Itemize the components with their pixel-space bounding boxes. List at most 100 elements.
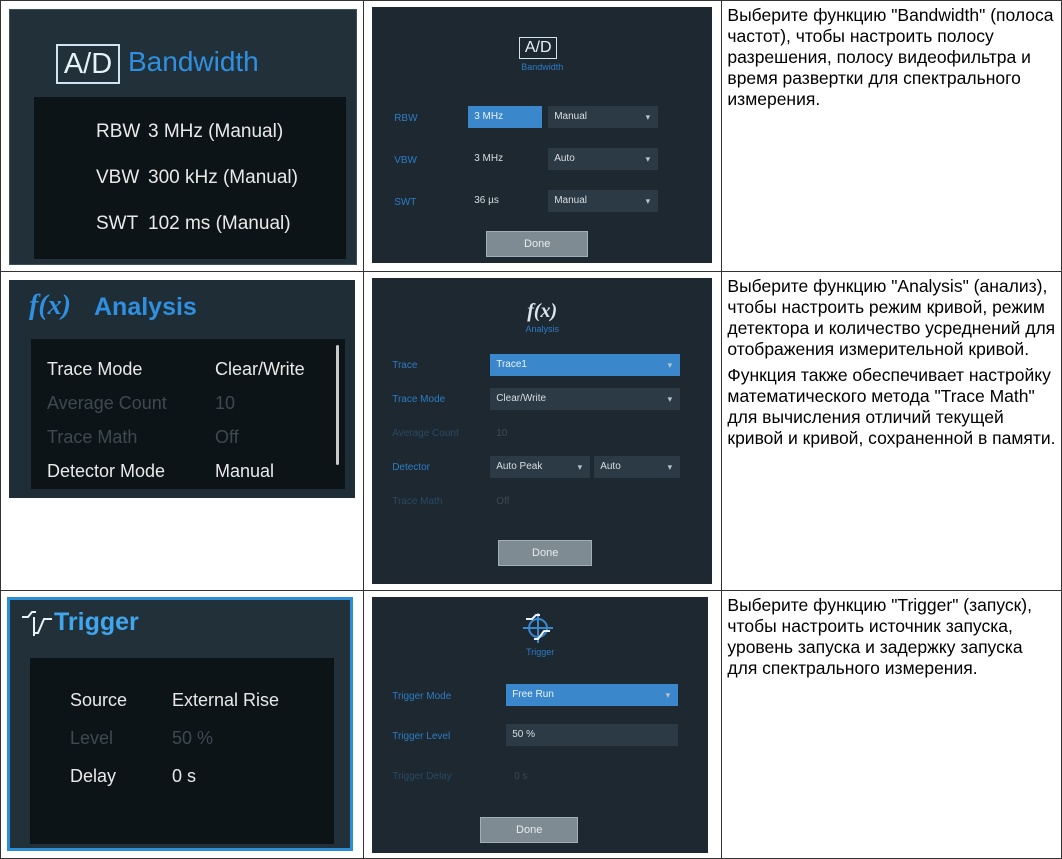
setting-value: 300 kHz (Manual): [148, 167, 298, 188]
bandwidth-dialog: A/D Bandwidth RBW 3 MHz Manual ▾ VBW 3 MH…: [372, 7, 713, 263]
setting-value: External Rise: [172, 690, 280, 710]
select-value: Auto: [554, 153, 575, 164]
panel-title: Bandwidth: [128, 46, 259, 77]
table-row: f(x) Analysis Trace Mode Clear/Write Ave…: [0, 271, 1062, 591]
description-paragraph: Функция также обеспечивает настройку мат…: [727, 365, 1056, 448]
trace-select[interactable]: Trace1 ▾: [490, 354, 681, 376]
description: Выберите функцию "Trigger" (запуск), что…: [722, 591, 1061, 679]
vbw-mode-select[interactable]: Auto ▾: [548, 148, 659, 170]
done-button[interactable]: Done: [480, 817, 579, 843]
description-cell: Выберите функцию "Trigger" (запуск), что…: [721, 590, 1062, 859]
chevron-down-icon: ▾: [667, 462, 673, 472]
function-icon: f(x): [29, 290, 71, 321]
description-paragraph: Выберите функцию "Analysis" (анализ), чт…: [727, 276, 1056, 359]
dialog-cell: A/D Bandwidth RBW 3 MHz Manual ▾ VBW 3 MH…: [363, 0, 723, 272]
trigger-dialog: Trigger Trigger Mode Free Run ▾ Trigger L…: [372, 597, 709, 853]
rbw-input[interactable]: 3 MHz: [468, 106, 543, 128]
detector-mode-select[interactable]: Auto ▾: [594, 456, 681, 478]
field-label: VBW: [394, 155, 417, 166]
setting-label: Level: [70, 728, 114, 748]
field-label: Trigger Level: [392, 731, 451, 742]
setting-label: Detector Mode: [47, 461, 166, 481]
dialog-subtitle: Trigger: [526, 647, 555, 657]
field-label: RBW: [394, 113, 418, 124]
settings-box: Trace Mode Clear/Write Average Count 10 …: [31, 339, 345, 489]
trace-math-value: Off: [496, 496, 510, 507]
chevron-down-icon: ▾: [577, 462, 583, 472]
description-paragraph: Выберите функцию "Trigger" (запуск), что…: [727, 595, 1032, 678]
field-label: Trigger Mode: [392, 691, 452, 702]
select-value: Manual: [554, 195, 588, 206]
trigger-delay-value: 0 s: [514, 771, 528, 782]
description-paragraph: Выберите функцию "Bandwidth" (полоса час…: [727, 5, 1054, 109]
panel-cell: f(x) Analysis Trace Mode Clear/Write Ave…: [0, 271, 365, 591]
select-value: Free Run: [512, 689, 554, 700]
setting-label: Trace Math: [47, 427, 138, 447]
chevron-down-icon: ▾: [645, 112, 651, 122]
field-label: Trace Mode: [392, 394, 446, 405]
setting-value: 102 ms (Manual): [148, 213, 291, 234]
select-value: Clear/Write: [496, 393, 547, 404]
function-icon: f(x): [527, 300, 558, 322]
field-label: Average Count: [392, 428, 459, 439]
select-value: Trace1: [496, 359, 527, 370]
rbw-mode-select[interactable]: Manual ▾: [548, 106, 659, 128]
field-label: Trace: [392, 360, 418, 371]
dialog-subtitle: Analysis: [525, 324, 559, 334]
setting-label: Trace Mode: [47, 359, 143, 379]
panel-title: Analysis: [94, 293, 197, 321]
field-label: Detector: [392, 462, 430, 473]
setting-value: Manual: [215, 461, 275, 481]
dialog-subtitle: Bandwidth: [521, 62, 564, 72]
setting-label: Source: [70, 690, 128, 710]
swt-mode-select[interactable]: Manual ▾: [548, 190, 659, 212]
detector-select[interactable]: Auto Peak ▾: [490, 456, 591, 478]
chevron-down-icon: ▾: [645, 196, 651, 206]
setting-label: VBW: [96, 167, 140, 188]
trace-mode-select[interactable]: Clear/Write ▾: [490, 388, 681, 410]
setting-label: SWT: [96, 213, 139, 234]
description: Выберите функцию "Bandwidth" (полоса час…: [722, 1, 1061, 110]
field-label: SWT: [394, 197, 417, 208]
field-label: Trace Math: [392, 496, 443, 507]
select-value: Auto: [600, 461, 621, 472]
trigger-mode-select[interactable]: Free Run ▾: [506, 684, 679, 706]
trigger-icon: [22, 611, 52, 636]
setting-value: Clear/Write: [215, 359, 305, 379]
panel-cell: Trigger Source External Rise Level 50 % …: [0, 590, 365, 859]
panel-title: Trigger: [54, 608, 139, 636]
dialog-cell: f(x) Analysis Trace Trace1 ▾ Trace Mode C…: [363, 271, 723, 591]
setting-value: 0 s: [172, 766, 197, 786]
settings-box: Source External Rise Level 50 % Delay 0 …: [30, 658, 334, 844]
done-button[interactable]: Done: [498, 540, 593, 566]
setting-label: Delay: [70, 766, 117, 786]
trigger-icon: [523, 613, 554, 643]
ad-icon: A/D: [56, 44, 120, 84]
vbw-input[interactable]: 3 MHz: [468, 148, 542, 170]
analysis-panel: f(x) Analysis Trace Mode Clear/Write Ave…: [9, 280, 355, 498]
setting-value: 10: [215, 393, 236, 413]
description-cell: Выберите функцию "Bandwidth" (полоса час…: [721, 0, 1062, 272]
description-cell: Выберите функцию "Analysis" (анализ), чт…: [721, 271, 1062, 591]
setting-label: RBW: [96, 121, 141, 142]
chevron-down-icon: ▾: [665, 690, 671, 700]
description: Выберите функцию "Analysis" (анализ), чт…: [722, 272, 1061, 449]
trigger-level-input[interactable]: 50 %: [506, 724, 679, 746]
dialog-cell: Trigger Trigger Mode Free Run ▾ Trigger L…: [363, 590, 723, 859]
ad-icon: A/D: [519, 37, 558, 59]
table-row: Trigger Source External Rise Level 50 % …: [0, 590, 1062, 859]
analysis-dialog: f(x) Analysis Trace Trace1 ▾ Trace Mode C…: [372, 278, 713, 584]
setting-value: 3 MHz (Manual): [148, 121, 284, 142]
select-value: Auto Peak: [496, 461, 543, 472]
setting-value: 50 %: [172, 728, 214, 748]
field-label: Trigger Delay: [392, 771, 452, 782]
done-button[interactable]: Done: [486, 231, 589, 257]
scrollbar[interactable]: [336, 345, 339, 465]
chevron-down-icon: ▾: [667, 360, 673, 370]
average-count-value: 10: [496, 428, 508, 439]
panel-cell: A/D Bandwidth RBW 3 MHz (Manual) VBW 300…: [0, 0, 365, 272]
select-value: Manual: [554, 111, 588, 122]
swt-input[interactable]: 36 µs: [468, 190, 542, 212]
setting-value: Off: [215, 427, 239, 447]
trigger-panel: Trigger Source External Rise Level 50 % …: [7, 597, 353, 851]
